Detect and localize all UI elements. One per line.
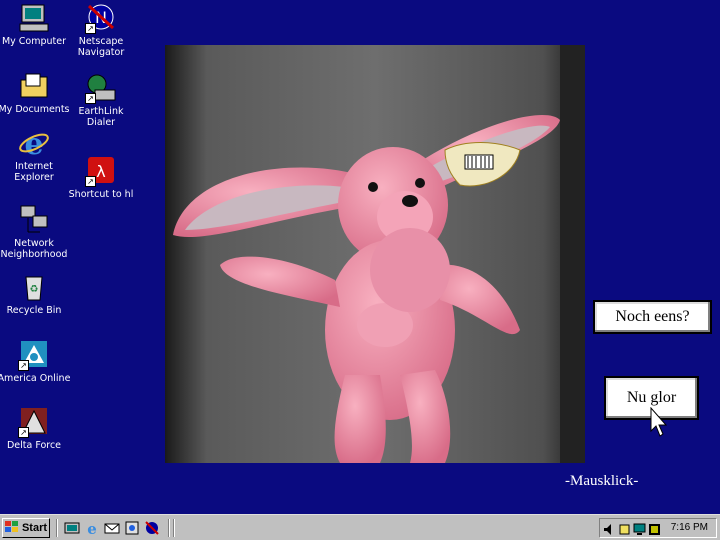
taskbar-separator bbox=[56, 519, 58, 537]
bunny-photo bbox=[165, 45, 585, 463]
svg-text:♻: ♻ bbox=[30, 284, 39, 295]
shortcut-arrow-icon: ↗ bbox=[18, 360, 29, 371]
power-icon[interactable] bbox=[618, 521, 631, 535]
desktop-icon-label: Delta Force bbox=[6, 440, 62, 451]
taskbar-separator bbox=[168, 519, 170, 537]
system-tray: 7:16 PM bbox=[599, 518, 717, 538]
internet-explorer-quicklaunch-icon[interactable]: e bbox=[84, 520, 100, 538]
my-documents-shortcut[interactable]: My Documents bbox=[0, 70, 71, 115]
desktop-icon-label: Shortcut to hl bbox=[68, 189, 134, 200]
start-button[interactable]: Start bbox=[2, 518, 50, 538]
noch-eens-label: Noch eens? bbox=[615, 308, 690, 325]
monitor-icon[interactable] bbox=[633, 521, 646, 535]
shortcut-to-hl[interactable]: λ ↗ Shortcut to hl bbox=[64, 155, 138, 200]
show-desktop-icon[interactable] bbox=[64, 520, 80, 536]
nu-glor-label: Nu glor bbox=[626, 389, 677, 406]
noch-eens-button[interactable]: Noch eens? bbox=[593, 300, 712, 334]
mausklick-caption: -Mausklick- bbox=[565, 473, 639, 489]
delta-force-icon: ↗ bbox=[18, 406, 50, 438]
desktop-icon-label: My Computer bbox=[1, 36, 67, 47]
shortcut-arrow-icon: ↗ bbox=[18, 427, 29, 438]
desktop-icon-label: My Documents bbox=[0, 104, 70, 115]
america-online-shortcut[interactable]: ↗ America Online bbox=[0, 339, 71, 384]
earthlink-phone-icon: ↗ bbox=[85, 72, 117, 104]
start-label: Start bbox=[21, 522, 48, 534]
earthlink-dialer-shortcut[interactable]: ↗ EarthLink Dialer bbox=[64, 72, 138, 128]
recycle-bin-icon: ♻ bbox=[18, 271, 50, 303]
network-icon bbox=[18, 204, 50, 236]
outlook-express-icon[interactable] bbox=[104, 520, 120, 536]
half-life-icon: λ ↗ bbox=[85, 155, 117, 187]
delta-force-shortcut[interactable]: ↗ Delta Force bbox=[0, 406, 71, 451]
aol-icon: ↗ bbox=[18, 339, 50, 371]
desktop-icon-label: Internet Explorer bbox=[14, 161, 54, 183]
taskbar-separator bbox=[173, 519, 175, 537]
mouse-pointer-icon bbox=[650, 406, 668, 445]
internet-explorer-shortcut[interactable]: e Internet Explorer bbox=[0, 127, 71, 183]
channels-icon[interactable] bbox=[124, 520, 140, 536]
speaker-icon[interactable] bbox=[603, 521, 616, 535]
internet-explorer-icon: e bbox=[18, 127, 50, 162]
computer-icon bbox=[18, 2, 50, 34]
shortcut-arrow-icon: ↗ bbox=[85, 23, 96, 34]
taskbar: Start e 7:16 PM bbox=[0, 514, 720, 540]
shortcut-arrow-icon: ↗ bbox=[85, 176, 96, 187]
svg-text:λ: λ bbox=[96, 162, 105, 181]
task-scheduler-icon[interactable] bbox=[648, 521, 661, 535]
recycle-bin-shortcut[interactable]: ♻ Recycle Bin bbox=[0, 271, 71, 316]
netscape-quicklaunch-icon[interactable] bbox=[144, 520, 160, 536]
netscape-navigator-shortcut[interactable]: N ↗ Netscape Navigator bbox=[64, 2, 138, 58]
desktop-icon-label: Network Neighborhood bbox=[0, 238, 68, 260]
clock[interactable]: 7:16 PM bbox=[671, 522, 708, 533]
folder-icon bbox=[18, 70, 50, 102]
netscape-icon: N ↗ bbox=[85, 2, 117, 34]
svg-text:e: e bbox=[87, 520, 97, 536]
svg-text:e: e bbox=[24, 127, 43, 159]
desktop-icon-label: Recycle Bin bbox=[6, 305, 62, 316]
shortcut-arrow-icon: ↗ bbox=[85, 93, 96, 104]
windows-logo-icon bbox=[4, 520, 19, 536]
desktop-icon-label: EarthLink Dialer bbox=[78, 106, 124, 128]
network-neighborhood-shortcut[interactable]: Network Neighborhood bbox=[0, 204, 71, 260]
desktop-icon-label: Netscape Navigator bbox=[77, 36, 125, 58]
my-computer-icon-shortcut[interactable]: My Computer bbox=[0, 2, 71, 47]
desktop-icon-label: America Online bbox=[0, 373, 71, 384]
